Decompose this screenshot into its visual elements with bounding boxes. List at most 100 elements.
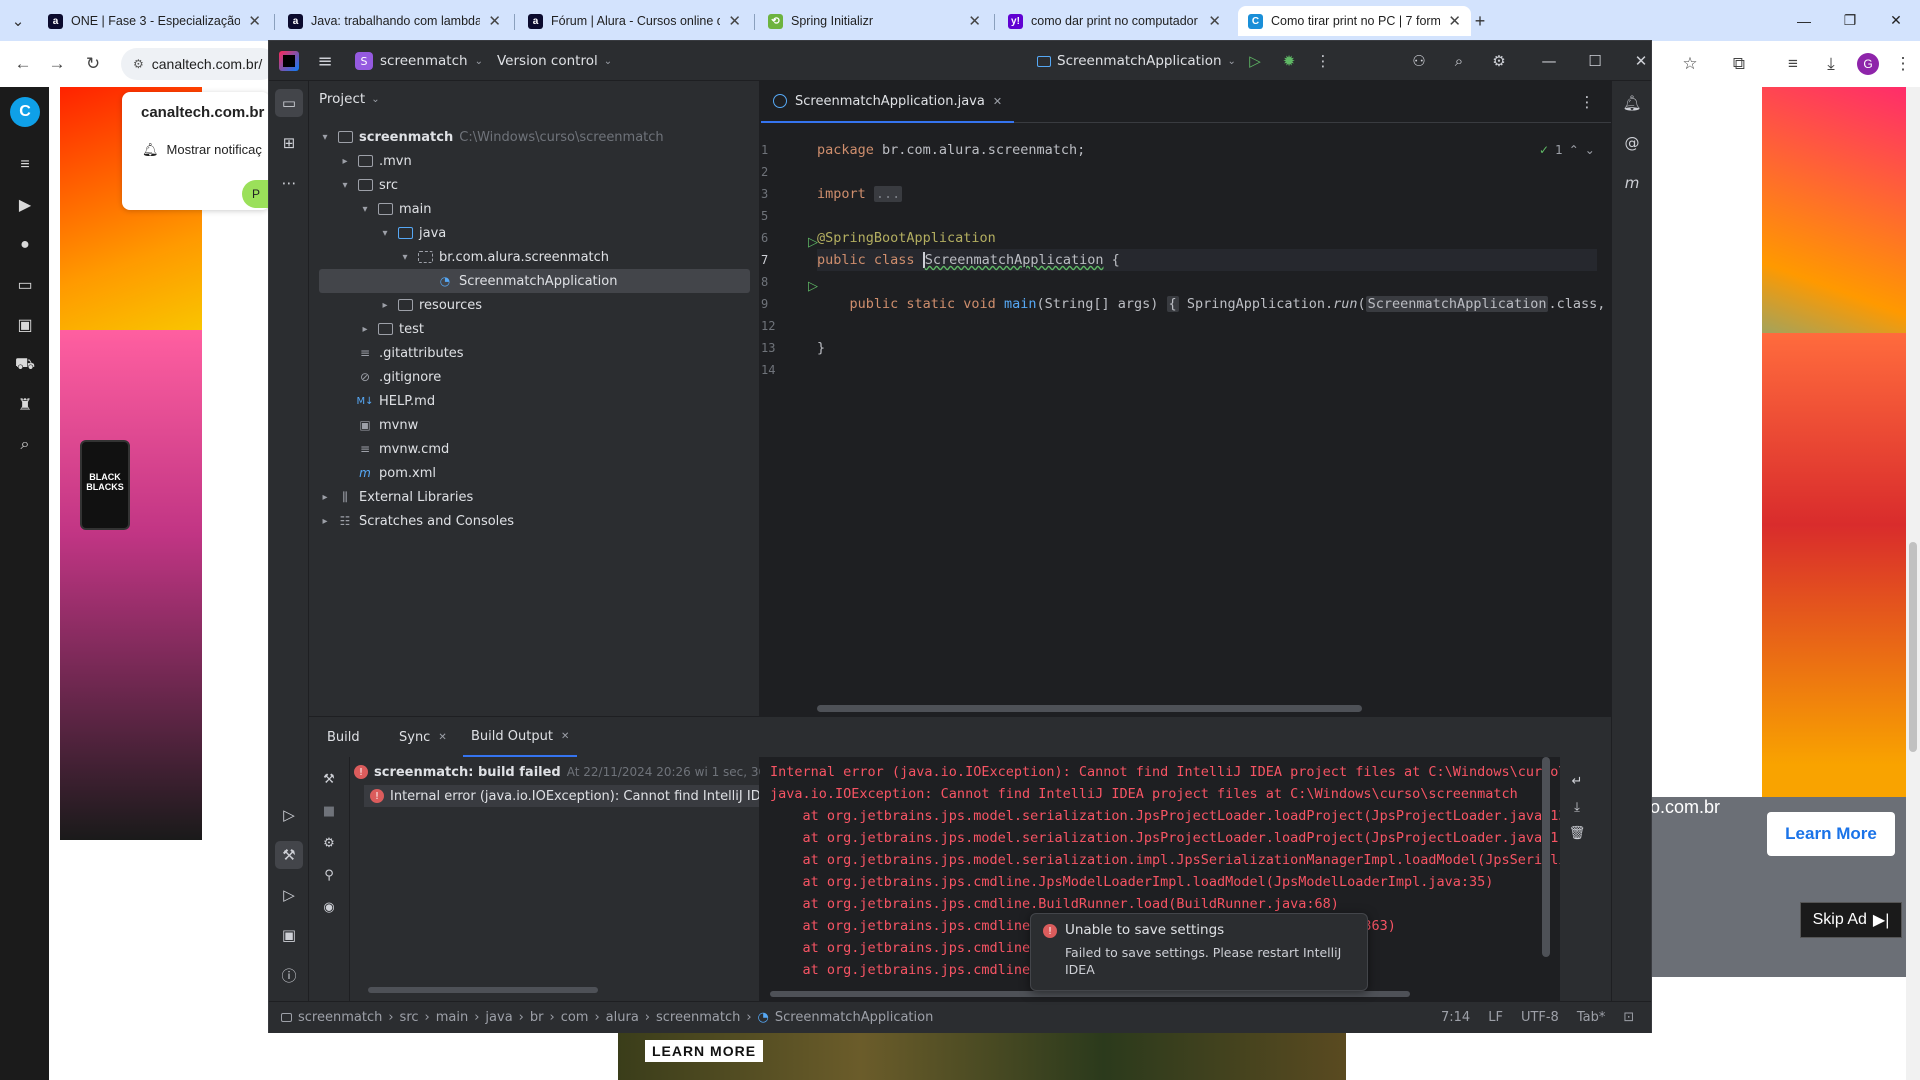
chevron-down-icon[interactable]: ▾ [359,204,371,215]
course-icon[interactable]: ♜ [14,394,36,416]
browser-tab[interactable]: a ONE | Fase 3 - Especialização B ✕ [38,6,271,36]
services-icon[interactable]: ▷ [275,801,303,829]
soft-wrap-icon[interactable]: ↵ [1567,771,1587,791]
folded-body[interactable]: { [1166,296,1179,312]
build-tab[interactable]: Build Output ✕ [463,717,578,757]
build-tab[interactable]: Sync ✕ [391,717,455,757]
breadcrumb-item[interactable]: br [530,1010,544,1025]
notifications-icon[interactable]: 🔔︎ [1618,89,1646,117]
new-tab-button[interactable]: + [1468,9,1492,33]
profile-avatar[interactable]: G [1857,53,1879,75]
page-scrollbar-thumb[interactable] [1909,542,1917,752]
bottom-ad-learn-more[interactable]: LEARN MORE [645,1040,763,1062]
chevron-right-icon[interactable]: ▸ [379,300,391,311]
editor-h-scrollbar[interactable] [817,705,1362,712]
chevron-right-icon[interactable]: ▸ [359,324,371,335]
menu-icon[interactable]: ≡ [14,154,36,176]
breadcrumb-item[interactable]: main [436,1010,468,1025]
ide-minimize-icon[interactable]: — [1537,49,1561,73]
breadcrumb-item[interactable]: com [561,1010,589,1025]
chevron-right-icon[interactable]: ▸ [339,156,351,167]
ide-close-icon[interactable]: ✕ [1629,49,1653,73]
breadcrumb-item[interactable]: alura [606,1010,639,1025]
debug-icon[interactable]: ✹ [1277,49,1301,73]
close-tab-icon[interactable]: ✕ [968,12,981,30]
line-ending[interactable]: LF [1488,1010,1503,1025]
close-tab-icon[interactable]: ✕ [993,95,1002,108]
browser-tab[interactable]: a Fórum | Alura - Cursos online d ✕ [518,6,751,36]
right-ad-person[interactable] [1762,333,1920,813]
breadcrumb-item[interactable]: java [485,1010,512,1025]
chevron-down-icon[interactable]: ▾ [399,252,411,263]
build-tool-icon[interactable]: ⚒ [275,841,303,869]
tab-search-icon[interactable]: ⌄ [6,9,30,33]
scroll-to-end-icon[interactable]: ⤓ [1567,797,1587,817]
breadcrumb-item[interactable]: screenmatch [298,1010,382,1025]
build-error-row[interactable]: ! Internal error (java.io.IOException): … [364,785,759,807]
mic-icon[interactable]: ● [14,234,36,256]
close-window-icon[interactable]: ✕ [1873,0,1919,41]
chrome-menu-icon[interactable]: ⋮ [1890,51,1916,77]
tree-node[interactable]: ▸ ⫼ External Libraries [319,485,750,509]
maven-tool-icon[interactable]: m [1618,169,1646,197]
bookmark-star-icon[interactable]: ☆ [1677,51,1703,77]
minimize-icon[interactable]: — [1781,0,1827,41]
notification-allow-button[interactable]: P [242,180,270,208]
console-v-scrollbar[interactable] [1542,757,1550,957]
tree-node[interactable]: ▸ test [319,317,750,341]
browser-tab[interactable]: y! como dar print no computador ✕ [998,6,1231,36]
devices-icon[interactable]: ▭ [14,274,36,296]
reload-icon[interactable]: ↻ [80,51,106,77]
close-tab-icon[interactable]: ✕ [488,12,501,30]
breadcrumb-item[interactable]: src [400,1010,419,1025]
tree-node[interactable]: ▾ main [319,197,750,221]
browser-tab[interactable]: a Java: trabalhando com lambdas ✕ [278,6,511,36]
chevron-down-icon[interactable]: ▾ [339,180,351,191]
restore-icon[interactable]: ❐ [1827,0,1873,41]
clear-icon[interactable]: 🗑︎ [1567,823,1587,843]
build-tree-scrollbar[interactable] [368,987,598,993]
tree-node[interactable]: ▾ java [319,221,750,245]
chevron-down-icon[interactable]: ▾ [319,132,331,143]
close-tab-icon[interactable]: ✕ [561,731,569,742]
tv-icon[interactable]: ▣ [14,314,36,336]
back-icon[interactable]: ← [10,51,36,77]
tree-node[interactable]: ◔ ScreenmatchApplication [319,269,750,293]
download-icon[interactable]: ⤓ [1818,51,1844,77]
tree-node[interactable]: ▸ resources [319,293,750,317]
main-menu-icon[interactable]: ≡ [313,49,337,73]
build-tab[interactable]: Build [319,717,368,757]
file-encoding[interactable]: UTF-8 [1521,1010,1559,1025]
console-h-scrollbar[interactable] [770,991,1410,997]
address-bar[interactable]: ⚙ canaltech.com.br/ [121,48,277,80]
site-info-icon[interactable]: ⚙ [133,57,144,71]
more-tools-icon[interactable]: ⋯ [275,169,303,197]
media-icon[interactable]: ≡ [1780,51,1806,77]
build-summary-row[interactable]: ! screenmatch: build failed At 22/11/202… [354,761,788,783]
tree-node[interactable]: ⊘ .gitignore [319,365,750,389]
search-everywhere-icon[interactable]: ⌕ [1447,49,1471,73]
breadcrumb-item[interactable]: ScreenmatchApplication [775,1010,933,1025]
browser-tab[interactable]: C Como tirar print no PC | 7 form ✕ [1238,6,1471,36]
editor-tab[interactable]: ScreenmatchApplication.java ✕ [761,81,1015,123]
tree-node[interactable]: ▸ ☷ Scratches and Consoles [319,509,750,533]
run-config-selector[interactable]: ScreenmatchApplication ⌄ [1037,50,1236,72]
project-tool-icon[interactable]: ▭ [275,89,303,117]
settings-icon[interactable]: ⚙ [1487,49,1511,73]
video-icon[interactable]: ▶ [14,194,36,216]
close-tab-icon[interactable]: ✕ [1448,12,1461,30]
browser-tab[interactable]: ⟲ Spring Initializr ✕ [758,6,991,36]
problems-icon[interactable]: ⓘ [275,961,303,989]
tree-node[interactable]: ▾ src [319,173,750,197]
tree-node[interactable]: ▾ screenmatch C:\Windows\curso\screenmatch [319,125,750,149]
lock-icon[interactable]: ⊡ [1623,1010,1634,1025]
build-settings-icon[interactable]: ⚙ [319,833,339,853]
chevron-right-icon[interactable]: ▸ [319,492,331,503]
tree-node[interactable]: M↓ HELP.md [319,389,750,413]
forward-icon[interactable]: → [44,51,70,77]
tree-node[interactable]: ▸ .mvn [319,149,750,173]
terminal-icon[interactable]: ▣ [275,921,303,949]
stop-icon[interactable]: ■ [319,801,339,821]
indent-setting[interactable]: Tab* [1577,1010,1606,1025]
page-scrollbar[interactable] [1906,87,1920,1080]
